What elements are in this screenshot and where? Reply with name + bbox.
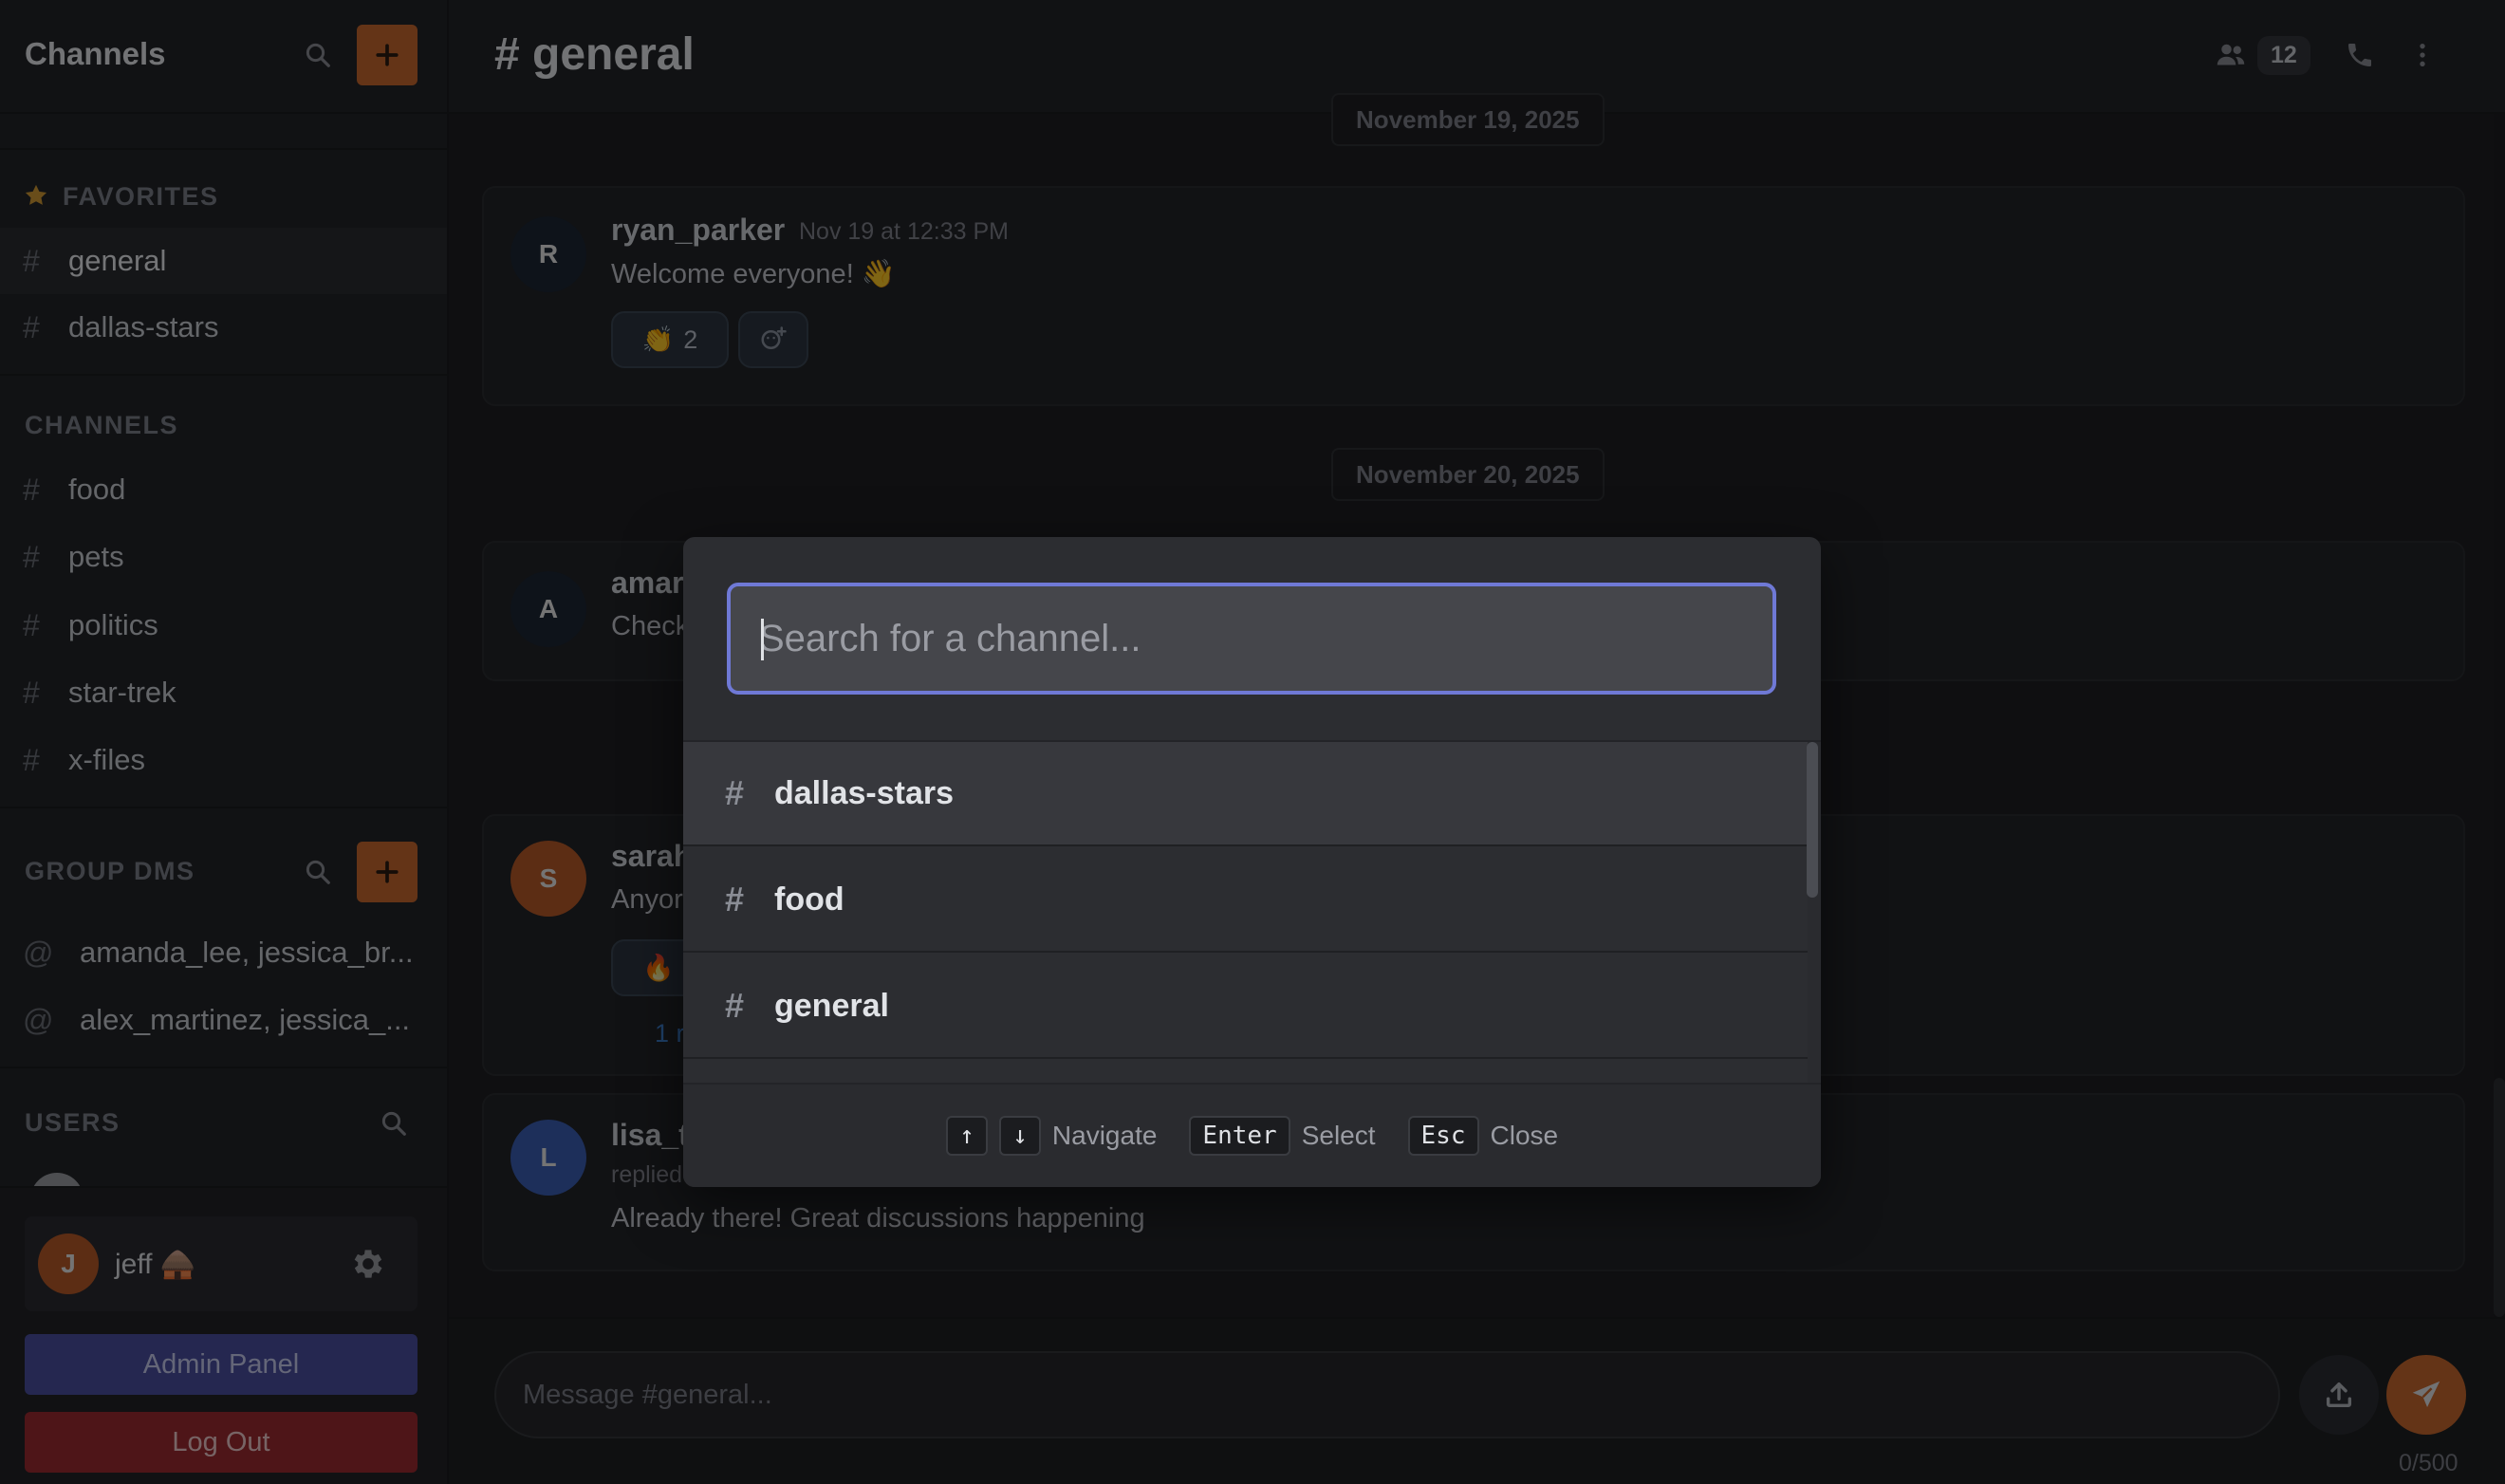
result-name: dallas-stars (774, 774, 954, 811)
channel-switcher-modal: # dallas-stars # food # general ↑ ↓ Navi… (683, 537, 1821, 1187)
down-arrow-key: ↓ (998, 1116, 1041, 1156)
hash-icon: # (725, 773, 745, 812)
channel-search-field[interactable] (727, 583, 1776, 695)
result-name: general (774, 987, 889, 1024)
channel-search-input[interactable] (731, 586, 1772, 691)
results-scrollbar-thumb[interactable] (1807, 742, 1818, 898)
keyboard-hints: ↑ ↓ Navigate Enter Select Esc Close (683, 1083, 1821, 1187)
channel-result-general[interactable]: # general (683, 955, 1808, 1059)
text-caret (761, 619, 764, 660)
navigate-hint: Navigate (1051, 1121, 1158, 1150)
channel-result-food[interactable]: # food (683, 848, 1808, 953)
select-hint: Select (1301, 1121, 1376, 1150)
enter-key: Enter (1189, 1116, 1290, 1156)
channel-result-dallas-stars[interactable]: # dallas-stars (683, 742, 1808, 846)
esc-key: Esc (1407, 1116, 1479, 1156)
hash-icon: # (725, 880, 745, 918)
hash-icon: # (725, 986, 745, 1025)
result-name: food (774, 881, 844, 918)
up-arrow-key: ↑ (945, 1116, 988, 1156)
close-hint: Close (1490, 1121, 1559, 1150)
